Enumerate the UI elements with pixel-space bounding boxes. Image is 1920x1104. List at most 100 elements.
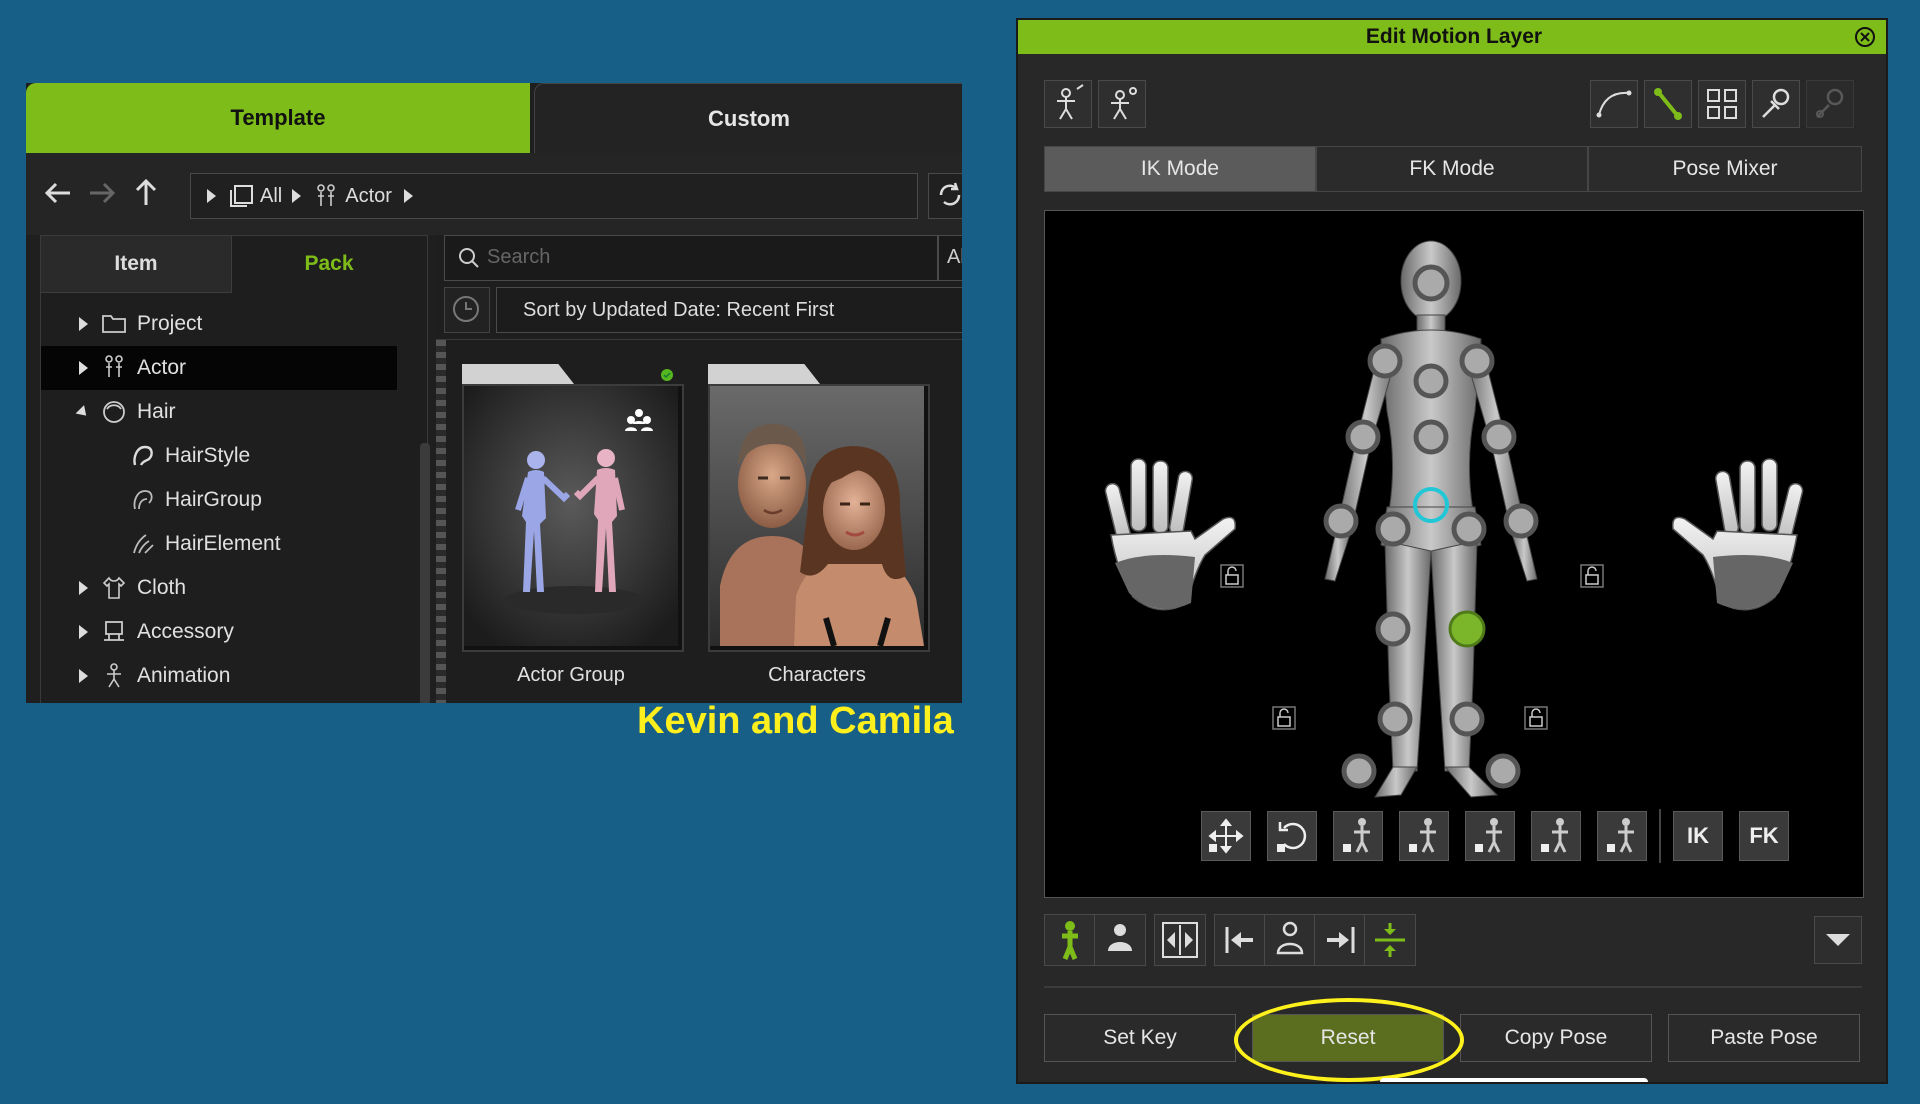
options-dropdown-button[interactable] xyxy=(1814,916,1862,964)
tab-pose-mixer[interactable]: Pose Mixer xyxy=(1588,146,1862,192)
grid-view-button[interactable] xyxy=(1698,80,1746,128)
tree-item-hairstyle[interactable]: HairStyle xyxy=(41,434,397,478)
expand-arrow-icon[interactable] xyxy=(79,581,88,595)
upper-body-button[interactable] xyxy=(1094,914,1146,966)
align-left-icon xyxy=(1225,927,1253,953)
tree-label: Hair xyxy=(137,400,176,423)
tree-item-actor[interactable]: Actor xyxy=(41,346,397,390)
breadcrumb-arrow-icon xyxy=(403,189,413,203)
tree-label: Accessory xyxy=(137,620,234,643)
subtab-pack[interactable]: Pack xyxy=(232,236,426,292)
tree-item-hair[interactable]: Hair xyxy=(41,390,397,434)
figure-lock-icon xyxy=(1475,818,1502,853)
tree-item-hairgroup[interactable]: HairGroup xyxy=(41,478,397,522)
lock-pose-3-button[interactable] xyxy=(1465,811,1515,861)
breadcrumb-actor[interactable]: Actor xyxy=(345,185,392,208)
expand-arrow-icon[interactable] xyxy=(79,625,88,639)
forward-arrow-icon[interactable] xyxy=(86,177,118,209)
content-card-actor-group[interactable]: Actor Group xyxy=(462,364,684,686)
pin-disabled-button[interactable] xyxy=(1806,80,1854,128)
sort-dropdown[interactable]: Sort by Updated Date: Recent First xyxy=(496,287,962,333)
set-key-button[interactable]: Set Key xyxy=(1044,1014,1236,1062)
up-arrow-icon[interactable] xyxy=(130,177,162,209)
back-arrow-icon[interactable] xyxy=(42,177,74,209)
move-icon xyxy=(1208,818,1244,854)
bone-icon xyxy=(1654,88,1682,120)
mirror-button[interactable] xyxy=(1154,914,1206,966)
tab-fk-mode[interactable]: FK Mode xyxy=(1316,146,1588,192)
breadcrumb-arrow-icon xyxy=(292,189,302,203)
tree-label: Animation xyxy=(137,664,231,687)
tree-label: HairGroup xyxy=(165,488,262,511)
actor-icon xyxy=(103,355,125,379)
breadcrumb[interactable]: All Actor xyxy=(190,173,918,219)
close-icon[interactable] xyxy=(1854,26,1876,48)
full-body-green-button[interactable] xyxy=(1044,914,1096,966)
breadcrumb-arrow-icon xyxy=(207,189,216,203)
hairstyle-icon xyxy=(131,443,155,469)
select-pose-button[interactable] xyxy=(1098,80,1146,128)
card-thumbnail xyxy=(462,384,684,652)
tab-ik-mode[interactable]: IK Mode xyxy=(1044,146,1316,192)
rotate-tool-button[interactable] xyxy=(1267,811,1317,861)
pin-button[interactable] xyxy=(1752,80,1800,128)
breadcrumb-all[interactable]: All xyxy=(260,185,282,208)
curve-button[interactable] xyxy=(1590,80,1638,128)
collapse-arrow-icon[interactable] xyxy=(75,405,91,420)
move-tool-button[interactable] xyxy=(1201,811,1251,861)
content-grid-panel: Search Al Sort by Updated Date: Recent F… xyxy=(436,235,962,703)
refresh-button[interactable] xyxy=(928,173,962,219)
copy-pose-button[interactable]: Copy Pose xyxy=(1460,1014,1652,1062)
fk-button[interactable]: FK xyxy=(1739,811,1789,861)
figure-reset-icon xyxy=(1276,921,1304,955)
tree-item-animation[interactable]: Animation xyxy=(41,654,397,698)
folder-icon xyxy=(101,311,127,335)
edit-motion-layer-panel: Edit Motion Layer IK Mode FK Mode Pose M… xyxy=(1016,18,1888,1084)
grid-scrollbar[interactable] xyxy=(436,340,446,703)
subtab-item[interactable]: Item xyxy=(41,236,232,293)
align-center-button[interactable] xyxy=(1364,914,1416,966)
ik-button[interactable]: IK xyxy=(1673,811,1723,861)
tree-item-accessory[interactable]: Accessory xyxy=(41,610,397,654)
lock-pose-1-button[interactable] xyxy=(1333,811,1383,861)
align-left-button[interactable] xyxy=(1214,914,1266,966)
search-field[interactable]: Search xyxy=(444,235,938,281)
actor-icon xyxy=(315,184,337,208)
card-label: Characters xyxy=(768,664,866,686)
expand-arrow-icon[interactable] xyxy=(79,317,88,331)
search-input[interactable]: Search xyxy=(487,246,550,269)
tree-item-cloth[interactable]: Cloth xyxy=(41,566,397,610)
tree-label: HairElement xyxy=(165,532,281,555)
reset-pose-figure-button[interactable] xyxy=(1264,914,1316,966)
paste-pose-button[interactable]: Paste Pose xyxy=(1668,1014,1860,1062)
refresh-icon xyxy=(939,182,961,206)
tree-item-project[interactable]: Project xyxy=(41,302,397,346)
align-right-button[interactable] xyxy=(1314,914,1366,966)
content-card-characters[interactable]: Characters xyxy=(708,364,930,686)
all-icon xyxy=(228,184,254,208)
pin-icon xyxy=(1762,88,1790,118)
panel-title-bar[interactable]: Edit Motion Layer xyxy=(1018,20,1886,54)
accessory-icon xyxy=(101,619,127,645)
lock-pose-2-button[interactable] xyxy=(1399,811,1449,861)
bone-button[interactable] xyxy=(1644,80,1692,128)
full-body-icon xyxy=(1062,921,1078,960)
select-body-button[interactable] xyxy=(1044,80,1092,128)
reset-highlight-circle xyxy=(1234,998,1464,1082)
expand-arrow-icon[interactable] xyxy=(79,361,88,375)
expand-arrow-icon[interactable] xyxy=(79,669,88,683)
filter-all-button[interactable]: Al xyxy=(938,235,962,281)
section-divider xyxy=(1044,986,1862,988)
overlay-caption: Kevin and Camila xyxy=(637,700,954,742)
tab-template[interactable]: Template xyxy=(26,83,530,153)
figure-lock-icon xyxy=(1343,818,1370,853)
tab-custom[interactable]: Custom xyxy=(534,83,962,154)
body-mannequin-viewport[interactable]: IK FK xyxy=(1044,210,1864,898)
lock-pose-4-button[interactable] xyxy=(1531,811,1581,861)
tree-item-hairelement[interactable]: HairElement xyxy=(41,522,397,566)
align-right-icon xyxy=(1327,927,1355,953)
sort-history-button[interactable] xyxy=(444,287,490,333)
animation-icon xyxy=(101,663,127,689)
tree-scrollbar[interactable] xyxy=(420,443,430,703)
lock-pose-5-button[interactable] xyxy=(1597,811,1647,861)
